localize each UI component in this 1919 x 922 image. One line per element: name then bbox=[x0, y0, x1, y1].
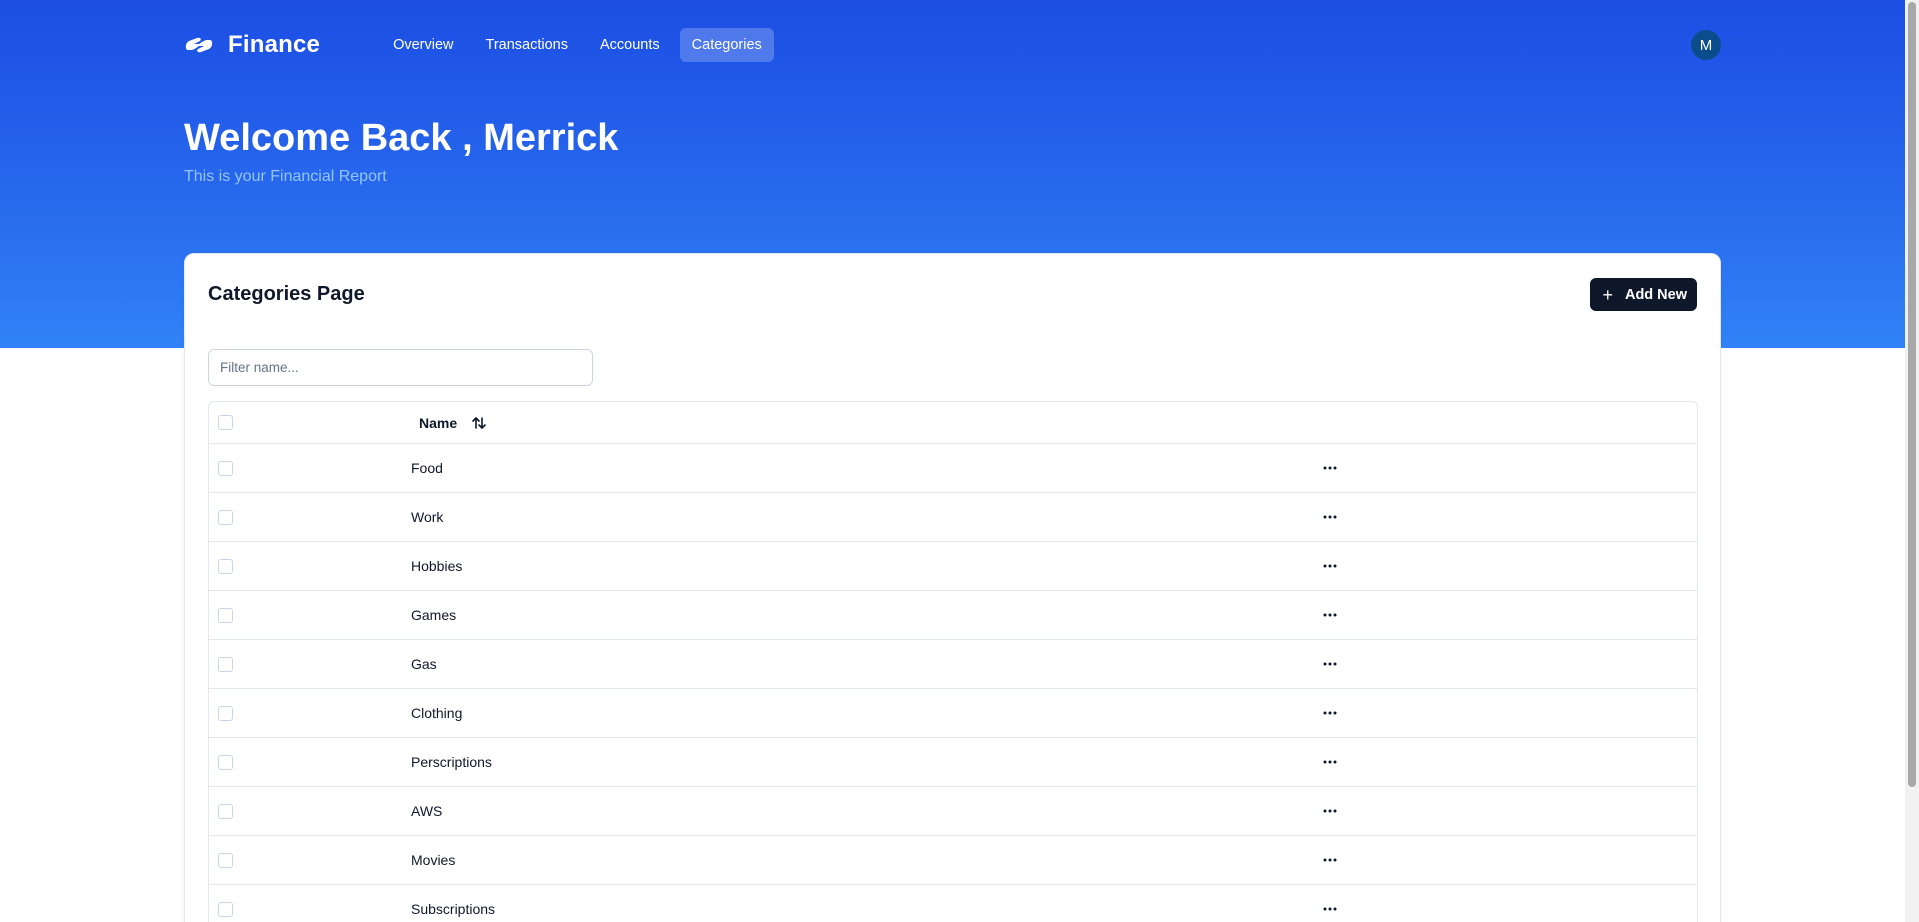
table-row: Movies bbox=[209, 835, 1697, 884]
categories-card: Categories Page + Add New Name Food Work bbox=[184, 253, 1721, 922]
finance-logo-icon bbox=[185, 37, 213, 53]
row-checkbox[interactable] bbox=[218, 901, 233, 917]
table-row: Hobbies bbox=[209, 541, 1697, 590]
table-row: Subscriptions bbox=[209, 884, 1697, 922]
scrollbar-thumb[interactable] bbox=[1908, 2, 1916, 787]
category-name: Work bbox=[411, 509, 444, 525]
name-column-label: Name bbox=[419, 414, 458, 431]
row-actions-button[interactable] bbox=[1319, 653, 1341, 675]
row-checkbox[interactable] bbox=[218, 852, 233, 868]
category-name: Perscriptions bbox=[411, 754, 492, 770]
row-checkbox[interactable] bbox=[218, 607, 233, 623]
more-horizontal-icon bbox=[1323, 858, 1337, 862]
welcome-heading: Welcome Back , Merrick bbox=[184, 117, 619, 159]
main-nav: Overview Transactions Accounts Categorie… bbox=[381, 28, 774, 62]
sort-arrows-icon bbox=[472, 416, 486, 429]
more-horizontal-icon bbox=[1323, 515, 1337, 519]
more-horizontal-icon bbox=[1323, 613, 1337, 617]
category-name: Gas bbox=[411, 656, 437, 672]
add-new-label: Add New bbox=[1624, 286, 1687, 303]
table-row: Clothing bbox=[209, 688, 1697, 737]
category-name: Movies bbox=[411, 852, 456, 868]
row-actions-button[interactable] bbox=[1319, 506, 1341, 528]
row-checkbox[interactable] bbox=[218, 509, 233, 525]
row-actions-button[interactable] bbox=[1319, 555, 1341, 577]
welcome-subtitle: This is your Financial Report bbox=[184, 168, 387, 185]
category-name: AWS bbox=[411, 803, 443, 819]
table-header-row: Name bbox=[209, 402, 1697, 443]
table-row: AWS bbox=[209, 786, 1697, 835]
page-title: Categories Page bbox=[208, 283, 365, 305]
user-avatar[interactable]: M bbox=[1691, 30, 1721, 60]
row-actions-button[interactable] bbox=[1319, 604, 1341, 626]
nav-item-accounts[interactable]: Accounts bbox=[588, 28, 672, 62]
row-actions-button[interactable] bbox=[1319, 702, 1341, 724]
more-horizontal-icon bbox=[1323, 760, 1337, 764]
more-horizontal-icon bbox=[1323, 662, 1337, 666]
categories-table: Name Food Work Hobbies Games Gas Clothin… bbox=[208, 401, 1698, 922]
more-horizontal-icon bbox=[1323, 809, 1337, 813]
nav-item-overview[interactable]: Overview bbox=[381, 28, 465, 62]
select-all-checkbox[interactable] bbox=[218, 415, 233, 430]
category-name: Games bbox=[411, 607, 457, 623]
table-row: Gas bbox=[209, 639, 1697, 688]
more-horizontal-icon bbox=[1323, 907, 1337, 911]
row-checkbox[interactable] bbox=[218, 558, 233, 574]
nav-item-transactions[interactable]: Transactions bbox=[474, 28, 580, 62]
filter-name-input[interactable] bbox=[208, 349, 593, 386]
table-row: Games bbox=[209, 590, 1697, 639]
table-row: Food bbox=[209, 443, 1697, 492]
brand[interactable]: Finance bbox=[184, 31, 320, 59]
page-scrollbar[interactable] bbox=[1905, 0, 1919, 922]
category-name: Clothing bbox=[411, 705, 463, 721]
add-new-button[interactable]: + Add New bbox=[1590, 278, 1697, 311]
row-checkbox[interactable] bbox=[218, 656, 233, 672]
table-row: Work bbox=[209, 492, 1697, 541]
more-horizontal-icon bbox=[1323, 564, 1337, 568]
row-checkbox[interactable] bbox=[218, 705, 233, 721]
top-navigation-bar: Finance Overview Transactions Accounts C… bbox=[184, 27, 1721, 63]
more-horizontal-icon bbox=[1323, 711, 1337, 715]
category-name: Subscriptions bbox=[411, 901, 496, 917]
row-checkbox[interactable] bbox=[218, 460, 233, 476]
row-actions-button[interactable] bbox=[1319, 898, 1341, 920]
row-actions-button[interactable] bbox=[1319, 457, 1341, 479]
more-horizontal-icon bbox=[1323, 466, 1337, 470]
app-name: Finance bbox=[228, 31, 321, 58]
row-actions-button[interactable] bbox=[1319, 849, 1341, 871]
category-name: Hobbies bbox=[411, 558, 463, 574]
table-row: Perscriptions bbox=[209, 737, 1697, 786]
row-checkbox[interactable] bbox=[218, 803, 233, 819]
plus-icon: + bbox=[1602, 284, 1613, 305]
name-column-sort-button[interactable]: Name bbox=[411, 411, 495, 435]
row-actions-button[interactable] bbox=[1319, 751, 1341, 773]
category-name: Food bbox=[411, 460, 443, 476]
row-actions-button[interactable] bbox=[1319, 800, 1341, 822]
nav-item-categories[interactable]: Categories bbox=[679, 28, 774, 62]
row-checkbox[interactable] bbox=[218, 754, 233, 770]
